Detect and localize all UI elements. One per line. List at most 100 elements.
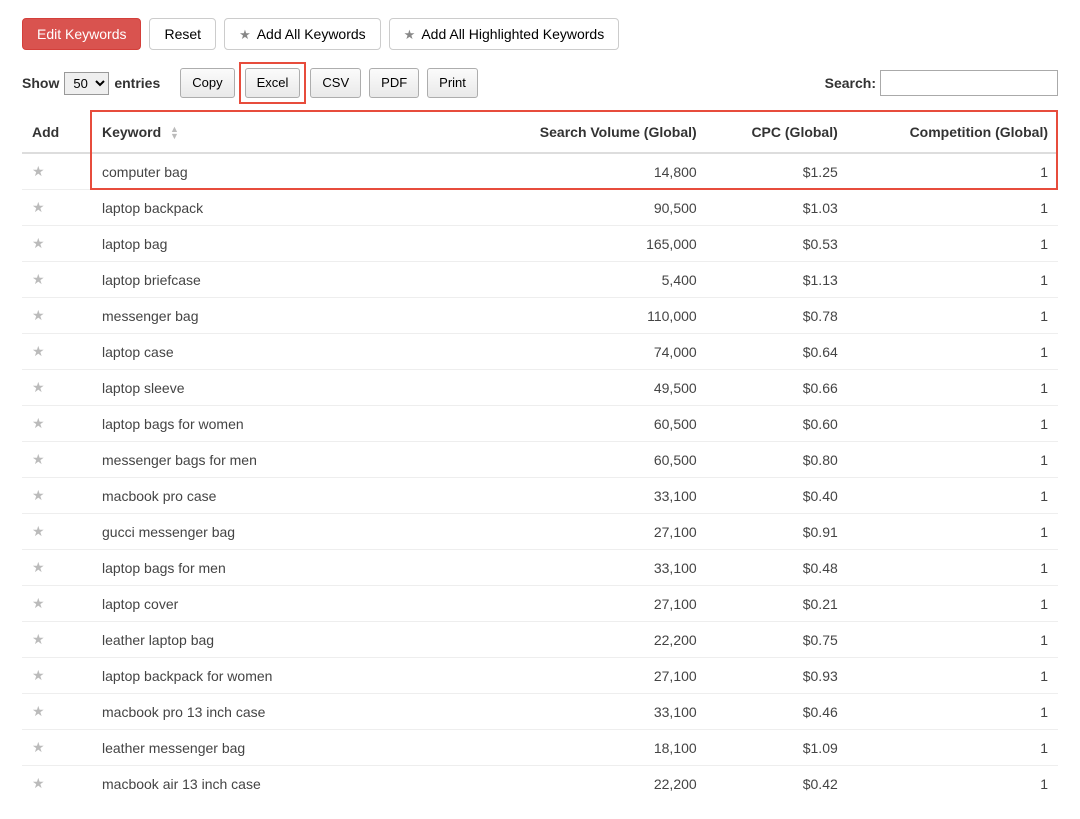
cell-keyword: leather messenger bag — [92, 730, 472, 766]
cell-cpc: $0.42 — [707, 766, 848, 802]
cell-competition: 1 — [848, 370, 1058, 406]
cell-competition: 1 — [848, 190, 1058, 226]
column-search-volume[interactable]: Search Volume (Global) — [472, 112, 707, 153]
controls-row: Show 50 entries Copy Excel CSV PDF Print… — [22, 68, 1058, 98]
cell-cpc: $0.46 — [707, 694, 848, 730]
cell-cpc: $0.75 — [707, 622, 848, 658]
add-star-icon[interactable]: ★ — [32, 271, 45, 287]
entries-select[interactable]: 50 — [64, 72, 109, 95]
cell-keyword: macbook air 13 inch case — [92, 766, 472, 802]
cell-keyword: laptop bag — [92, 226, 472, 262]
cell-search-volume: 33,100 — [472, 694, 707, 730]
add-all-keywords-label: Add All Keywords — [257, 27, 366, 41]
copy-button[interactable]: Copy — [180, 68, 234, 98]
table-row: ★laptop bags for women60,500$0.601 — [22, 406, 1058, 442]
add-star-icon[interactable]: ★ — [32, 775, 45, 791]
cell-keyword: laptop backpack for women — [92, 658, 472, 694]
add-star-icon[interactable]: ★ — [32, 199, 45, 215]
cell-search-volume: 22,200 — [472, 622, 707, 658]
cell-competition: 1 — [848, 622, 1058, 658]
cell-search-volume: 27,100 — [472, 658, 707, 694]
cell-search-volume: 60,500 — [472, 442, 707, 478]
add-star-icon[interactable]: ★ — [32, 307, 45, 323]
add-star-icon[interactable]: ★ — [32, 739, 45, 755]
search-input[interactable] — [880, 70, 1058, 96]
column-keyword[interactable]: Keyword ▲▼ — [92, 112, 472, 153]
cell-cpc: $1.13 — [707, 262, 848, 298]
add-all-highlighted-button[interactable]: ★ Add All Highlighted Keywords — [389, 18, 620, 50]
add-star-icon[interactable]: ★ — [32, 451, 45, 467]
column-add[interactable]: Add — [22, 112, 92, 153]
cell-cpc: $0.21 — [707, 586, 848, 622]
cell-keyword: laptop case — [92, 334, 472, 370]
table-row: ★ leather laptop bag22,200$0.751 — [22, 622, 1058, 658]
table-row: ★messenger bag110,000$0.781 — [22, 298, 1058, 334]
cell-competition: 1 — [848, 730, 1058, 766]
cell-cpc: $0.93 — [707, 658, 848, 694]
table-wrapper: Add Keyword ▲▼ Search Volume (Global) CP… — [22, 112, 1058, 801]
cell-cpc: $0.91 — [707, 514, 848, 550]
reset-button[interactable]: Reset — [149, 18, 216, 50]
cell-cpc: $0.53 — [707, 226, 848, 262]
cell-keyword: laptop backpack — [92, 190, 472, 226]
add-star-icon[interactable]: ★ — [32, 631, 45, 647]
add-all-keywords-button[interactable]: ★ Add All Keywords — [224, 18, 381, 50]
cell-cpc: $0.66 — [707, 370, 848, 406]
add-star-icon[interactable]: ★ — [32, 703, 45, 719]
show-entries: Show 50 entries — [22, 72, 160, 95]
cell-search-volume: 14,800 — [472, 153, 707, 190]
cell-keyword: macbook pro 13 inch case — [92, 694, 472, 730]
column-cpc[interactable]: CPC (Global) — [707, 112, 848, 153]
pdf-button[interactable]: PDF — [369, 68, 419, 98]
table-row: ★laptop cover27,100$0.211 — [22, 586, 1058, 622]
add-star-icon[interactable]: ★ — [32, 667, 45, 683]
cell-keyword: laptop bags for women — [92, 406, 472, 442]
search-label: Search: — [825, 75, 876, 91]
cell-competition: 1 — [848, 226, 1058, 262]
table-row: ★messenger bags for men60,500$0.801 — [22, 442, 1058, 478]
cell-cpc: $1.03 — [707, 190, 848, 226]
print-button[interactable]: Print — [427, 68, 478, 98]
add-star-icon[interactable]: ★ — [32, 379, 45, 395]
add-star-icon[interactable]: ★ — [32, 559, 45, 575]
excel-highlight-box: Excel — [239, 62, 307, 104]
cell-search-volume: 27,100 — [472, 586, 707, 622]
cell-competition: 1 — [848, 442, 1058, 478]
add-star-icon[interactable]: ★ — [32, 523, 45, 539]
table-row: ★macbook air 13 inch case22,200$0.421 — [22, 766, 1058, 802]
edit-keywords-button[interactable]: Edit Keywords — [22, 18, 141, 50]
cell-search-volume: 18,100 — [472, 730, 707, 766]
cell-competition: 1 — [848, 658, 1058, 694]
excel-button[interactable]: Excel — [245, 68, 301, 98]
cell-competition: 1 — [848, 514, 1058, 550]
cell-search-volume: 33,100 — [472, 478, 707, 514]
cell-keyword: macbook pro case — [92, 478, 472, 514]
column-competition[interactable]: Competition (Global) — [848, 112, 1058, 153]
csv-button[interactable]: CSV — [310, 68, 361, 98]
cell-keyword: leather laptop bag — [92, 622, 472, 658]
table-row: ★macbook pro 13 inch case33,100$0.461 — [22, 694, 1058, 730]
cell-competition: 1 — [848, 586, 1058, 622]
table-row: ★laptop bag165,000$0.531 — [22, 226, 1058, 262]
table-row: ★macbook pro case33,100$0.401 — [22, 478, 1058, 514]
cell-keyword: laptop sleeve — [92, 370, 472, 406]
add-star-icon[interactable]: ★ — [32, 343, 45, 359]
cell-cpc: $1.09 — [707, 730, 848, 766]
keywords-table: Add Keyword ▲▼ Search Volume (Global) CP… — [22, 112, 1058, 801]
add-star-icon[interactable]: ★ — [32, 163, 45, 179]
table-row: ★laptop case74,000$0.641 — [22, 334, 1058, 370]
cell-cpc: $0.64 — [707, 334, 848, 370]
cell-keyword: laptop briefcase — [92, 262, 472, 298]
cell-keyword: messenger bag — [92, 298, 472, 334]
add-star-icon[interactable]: ★ — [32, 235, 45, 251]
cell-cpc: $1.25 — [707, 153, 848, 190]
add-star-icon[interactable]: ★ — [32, 415, 45, 431]
cell-keyword: computer bag — [92, 153, 472, 190]
cell-search-volume: 27,100 — [472, 514, 707, 550]
cell-competition: 1 — [848, 298, 1058, 334]
add-star-icon[interactable]: ★ — [32, 595, 45, 611]
top-button-bar: Edit Keywords Reset ★ Add All Keywords ★… — [22, 18, 1058, 50]
cell-search-volume: 110,000 — [472, 298, 707, 334]
add-star-icon[interactable]: ★ — [32, 487, 45, 503]
table-row: ★laptop bags for men33,100$0.481 — [22, 550, 1058, 586]
